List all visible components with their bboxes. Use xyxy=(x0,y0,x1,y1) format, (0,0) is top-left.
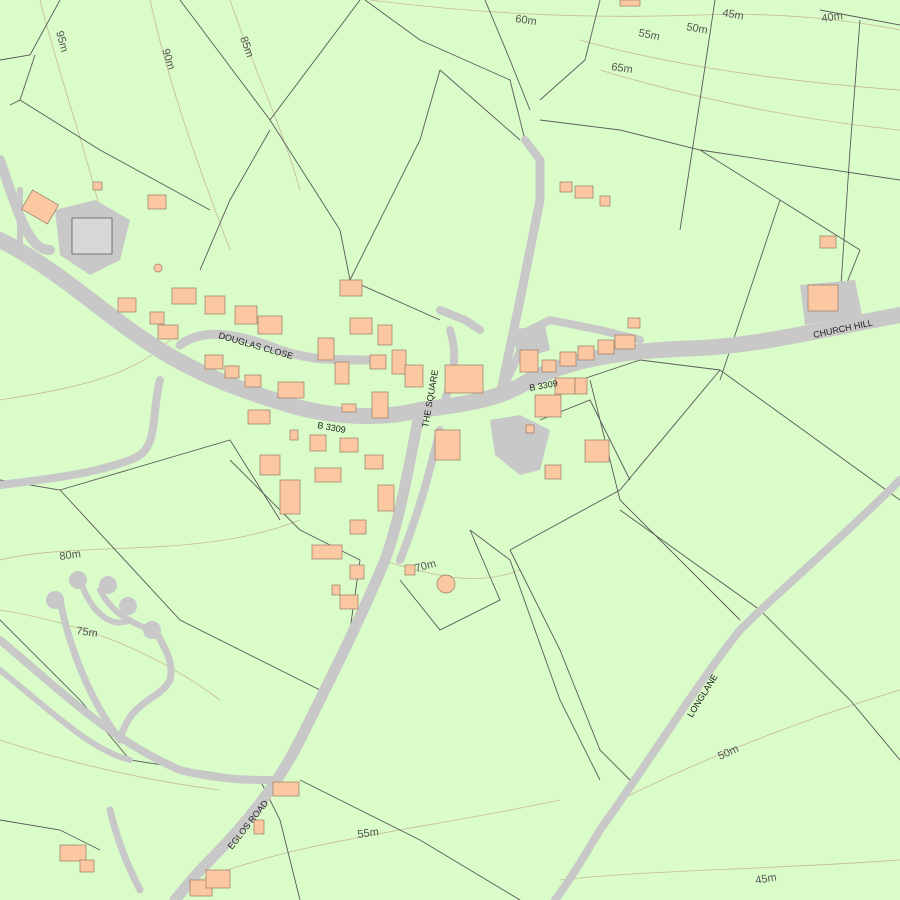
building xyxy=(519,349,539,373)
building xyxy=(341,403,357,413)
building xyxy=(574,377,588,395)
building xyxy=(404,364,424,388)
building xyxy=(599,195,611,207)
building xyxy=(157,324,179,340)
building xyxy=(559,181,573,193)
building xyxy=(584,439,610,463)
building xyxy=(147,194,167,210)
building xyxy=(627,317,641,329)
yard xyxy=(99,576,117,594)
building xyxy=(311,544,343,560)
building xyxy=(153,263,163,273)
building xyxy=(279,479,301,515)
yard xyxy=(143,621,161,639)
building xyxy=(224,365,240,379)
building xyxy=(391,349,407,375)
building xyxy=(277,381,305,399)
map-svg: DOUGLAS CLOSE B 3309 B 3309 THE SQUARE C… xyxy=(0,0,900,900)
building xyxy=(534,394,562,418)
building xyxy=(309,434,327,452)
building xyxy=(619,0,641,7)
building xyxy=(117,297,137,313)
building xyxy=(436,574,456,594)
building xyxy=(349,519,367,535)
building xyxy=(244,374,262,388)
building xyxy=(364,454,384,470)
building xyxy=(247,409,271,425)
building xyxy=(331,584,341,596)
building xyxy=(377,324,393,346)
building xyxy=(614,334,636,350)
building xyxy=(371,391,389,419)
building xyxy=(404,564,416,576)
building xyxy=(149,311,165,325)
building xyxy=(257,315,283,335)
building xyxy=(525,424,535,434)
building xyxy=(369,354,387,370)
building xyxy=(544,464,562,480)
building xyxy=(574,185,594,199)
building xyxy=(171,287,197,305)
yard xyxy=(46,591,64,609)
building xyxy=(444,364,484,394)
building xyxy=(204,354,224,370)
building xyxy=(559,351,577,367)
building xyxy=(259,454,281,476)
building xyxy=(541,359,557,373)
building xyxy=(597,339,615,355)
map-canvas[interactable]: DOUGLAS CLOSE B 3309 B 3309 THE SQUARE C… xyxy=(0,0,900,900)
building xyxy=(339,437,359,453)
building xyxy=(272,781,300,797)
building xyxy=(819,235,837,249)
building xyxy=(334,361,350,385)
building xyxy=(314,467,342,483)
building xyxy=(339,594,359,610)
building xyxy=(577,345,595,361)
building xyxy=(377,484,395,512)
building xyxy=(79,859,95,873)
building xyxy=(92,181,103,191)
yard xyxy=(69,571,87,589)
building xyxy=(434,429,461,461)
building xyxy=(234,305,258,325)
building xyxy=(349,564,365,580)
yard xyxy=(119,597,137,615)
reservoir xyxy=(71,217,113,255)
building xyxy=(807,284,839,312)
building xyxy=(317,337,335,361)
building xyxy=(289,429,299,441)
building xyxy=(205,869,231,889)
building xyxy=(339,279,363,297)
building xyxy=(204,295,226,315)
building xyxy=(349,317,373,335)
building xyxy=(59,844,87,862)
